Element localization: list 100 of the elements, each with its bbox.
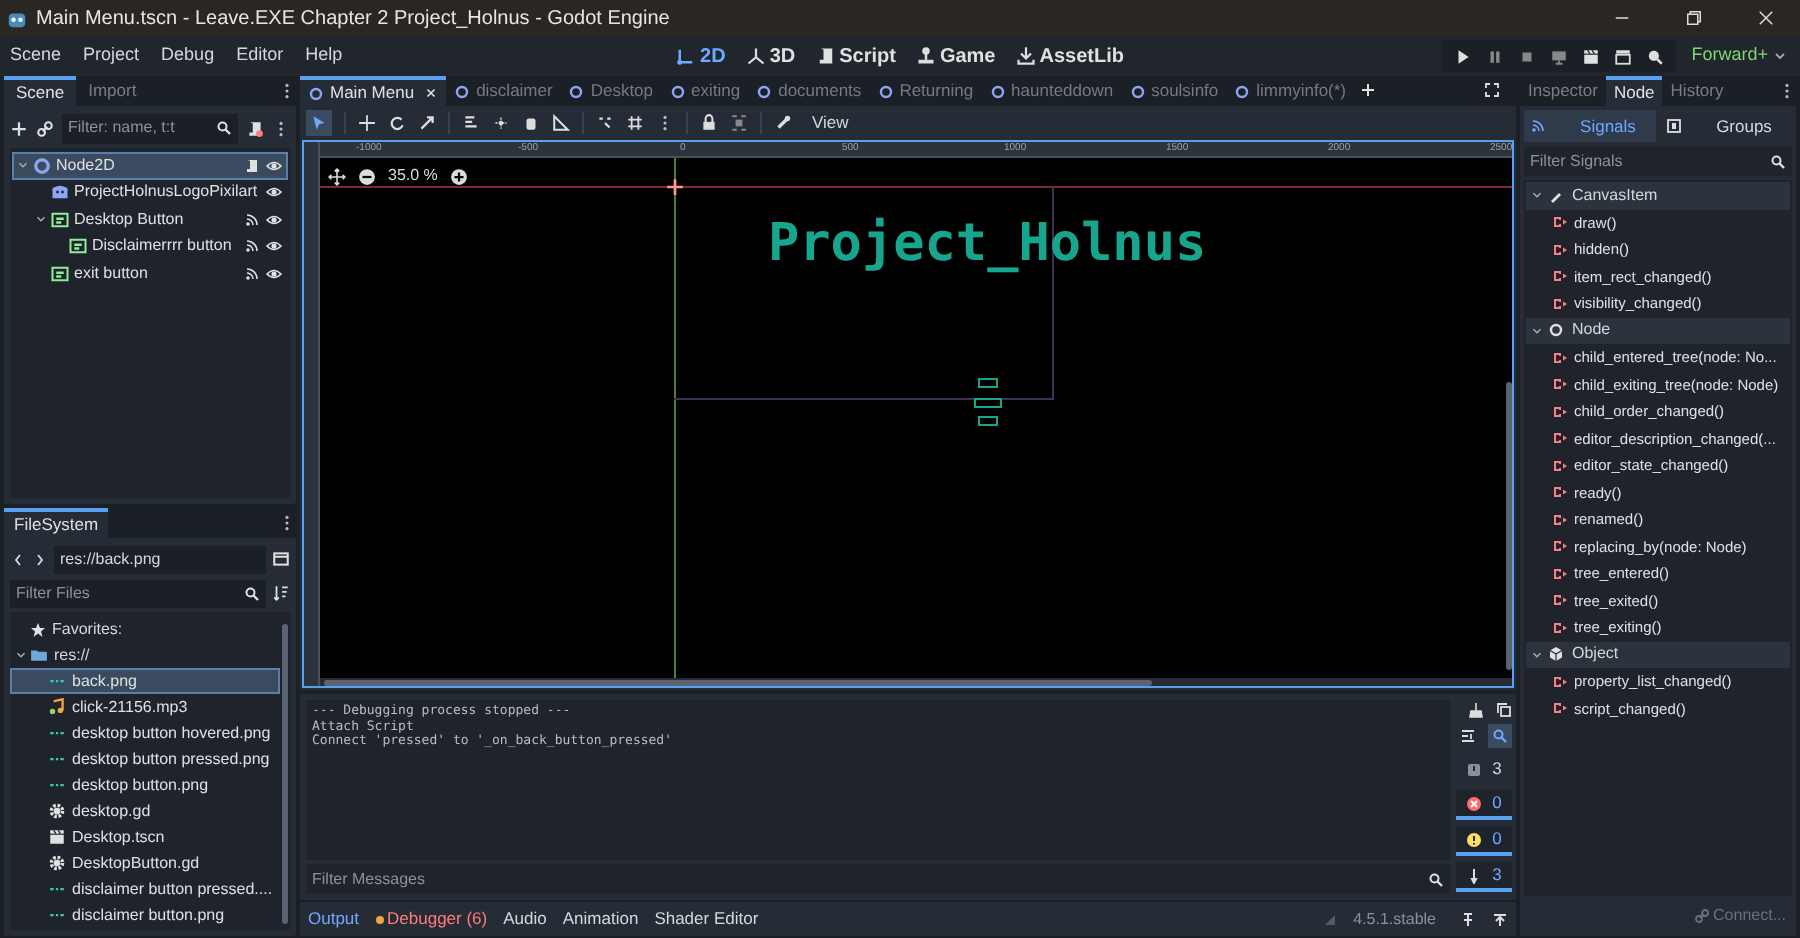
filter-field[interactable]: Filter Signals [1524, 146, 1792, 176]
close-icon[interactable] [424, 86, 439, 100]
dock-tab[interactable]: Scene [4, 76, 77, 106]
visibility-eye-icon[interactable] [266, 157, 282, 174]
signal-icon[interactable] [244, 265, 260, 282]
mode-toggle[interactable]: Groups [1660, 110, 1792, 142]
renderer-dropdown[interactable]: Forward+ [1683, 42, 1792, 70]
dock-tab[interactable]: History [1662, 76, 1732, 106]
search-toggle[interactable] [1488, 724, 1512, 748]
bottom-panel-tab[interactable]: Audio [503, 906, 547, 932]
filter-field[interactable]: Filter: name, t:t [62, 113, 238, 143]
tree-row[interactable]: Node2D [12, 152, 288, 179]
pivot-icon[interactable] [492, 114, 510, 132]
document-tab[interactable]: Desktop [560, 76, 662, 106]
file-row[interactable]: desktop button hovered.png [10, 720, 280, 746]
stop-icon[interactable] [1517, 47, 1536, 65]
file-row[interactable]: DesktopButton.gd [10, 850, 280, 876]
broom-icon[interactable] [1468, 702, 1484, 718]
menu-item[interactable]: Debug [159, 42, 217, 70]
dock-tab[interactable]: Inspector [1520, 76, 1606, 106]
tree-row[interactable]: res:// [10, 642, 282, 668]
visibility-eye-icon[interactable] [266, 238, 282, 255]
document-tab[interactable]: haunteddown [981, 76, 1122, 106]
dock-tab[interactable]: Import [76, 76, 149, 106]
add-tab-icon[interactable] [1360, 82, 1377, 98]
document-tab[interactable]: soulsinfo [1121, 76, 1227, 106]
document-tab[interactable]: Returning [869, 76, 982, 106]
filter-field[interactable]: Filter Files [10, 579, 266, 607]
tree-row[interactable]: exit button [12, 260, 288, 287]
bottom-panel-tab[interactable]: Animation [562, 906, 639, 932]
movie-search-icon[interactable] [1645, 47, 1664, 65]
bone-icon[interactable] [774, 114, 792, 132]
signal-class-row[interactable]: CanvasItem [1526, 182, 1790, 209]
message-filter-toggle[interactable]: 0 [1456, 826, 1512, 856]
file-row[interactable]: desktop button pressed.png [10, 746, 280, 772]
copy-icon[interactable] [1496, 702, 1512, 718]
menu-item[interactable]: Scene [8, 42, 64, 70]
file-row[interactable]: desktop.gd [10, 798, 280, 824]
scrollbar[interactable] [324, 680, 1152, 686]
signal-class-row[interactable]: Object [1526, 641, 1790, 668]
signal-class-row[interactable]: Node [1526, 317, 1790, 344]
monitor-icon[interactable] [1549, 47, 1568, 65]
group-icon[interactable] [730, 114, 748, 132]
message-filter-toggle[interactable]: 3 [1456, 754, 1512, 784]
visibility-eye-icon[interactable] [266, 211, 282, 228]
view-menu[interactable]: View [804, 110, 857, 136]
dock-tab[interactable]: FileSystem [4, 508, 109, 538]
select-tool-button[interactable] [306, 110, 332, 136]
menu-item[interactable]: Help [303, 42, 345, 70]
bottom-panel-tab[interactable]: Shader Editor [654, 906, 759, 932]
document-tab[interactable]: disclaimer [446, 76, 561, 106]
attach-script-icon[interactable] [246, 119, 264, 137]
bottom-panel-tab[interactable]: Debugger (6) [375, 906, 488, 932]
fullscreen-icon[interactable] [1484, 82, 1500, 98]
document-tab[interactable]: documents [748, 76, 870, 106]
expand-panel-icon[interactable] [1492, 911, 1508, 927]
rotate-icon[interactable] [388, 114, 406, 132]
collapse-icon[interactable] [1460, 728, 1476, 744]
back-icon[interactable] [10, 551, 26, 567]
menu-item[interactable]: Project [81, 42, 142, 70]
dock-tab[interactable]: Node [1605, 76, 1663, 106]
snap-icon[interactable] [596, 114, 614, 132]
path-field[interactable]: res://back.png [54, 545, 266, 573]
scrollbar[interactable] [1506, 382, 1512, 670]
visibility-eye-icon[interactable] [266, 184, 282, 201]
sort-icon[interactable] [272, 584, 290, 602]
tree-row[interactable]: Desktop Button [12, 206, 288, 233]
tree-row[interactable]: ProjectHolnusLogoPixilart [12, 179, 288, 206]
lock-icon[interactable] [700, 114, 718, 132]
scrollbar[interactable] [282, 624, 288, 924]
file-row[interactable]: disclaimer button.png [10, 902, 280, 928]
pan-icon[interactable] [328, 167, 346, 185]
workspace-tab[interactable]: 2D [676, 41, 726, 71]
signal-icon[interactable] [244, 211, 260, 228]
document-tab[interactable]: Main Menu [300, 76, 447, 106]
restore-icon[interactable] [1684, 8, 1704, 28]
pause-icon[interactable] [1485, 47, 1504, 65]
workspace-tab[interactable]: Game [915, 41, 996, 71]
filter-field[interactable]: Filter Messages [306, 864, 1450, 894]
forward-icon[interactable] [32, 551, 48, 567]
visibility-eye-icon[interactable] [266, 265, 282, 282]
zoom-in-icon[interactable] [449, 167, 468, 185]
file-row[interactable]: click-21156.mp3 [10, 694, 280, 720]
script-icon[interactable] [244, 157, 260, 174]
move-icon[interactable] [358, 114, 376, 132]
list-icon[interactable] [462, 114, 480, 132]
file-row[interactable]: back.png [10, 668, 280, 694]
pin-icon[interactable] [1460, 911, 1476, 927]
tree-row[interactable]: Favorites: [10, 616, 282, 642]
message-filter-toggle[interactable]: 0 [1456, 790, 1512, 820]
document-tab[interactable]: exiting [661, 76, 749, 106]
signal-icon[interactable] [244, 238, 260, 255]
file-row[interactable]: desktop button.png [10, 772, 280, 798]
link-icon[interactable] [36, 119, 54, 137]
close-icon[interactable] [1756, 8, 1776, 28]
document-tab[interactable]: limmyinfo(*) [1226, 76, 1355, 106]
message-filter-toggle[interactable]: 3 [1456, 862, 1512, 892]
workspace-tab[interactable]: AssetLib [1015, 41, 1124, 71]
bottom-panel-tab[interactable]: Output [308, 906, 360, 932]
workspace-tab[interactable]: Script [815, 41, 896, 71]
